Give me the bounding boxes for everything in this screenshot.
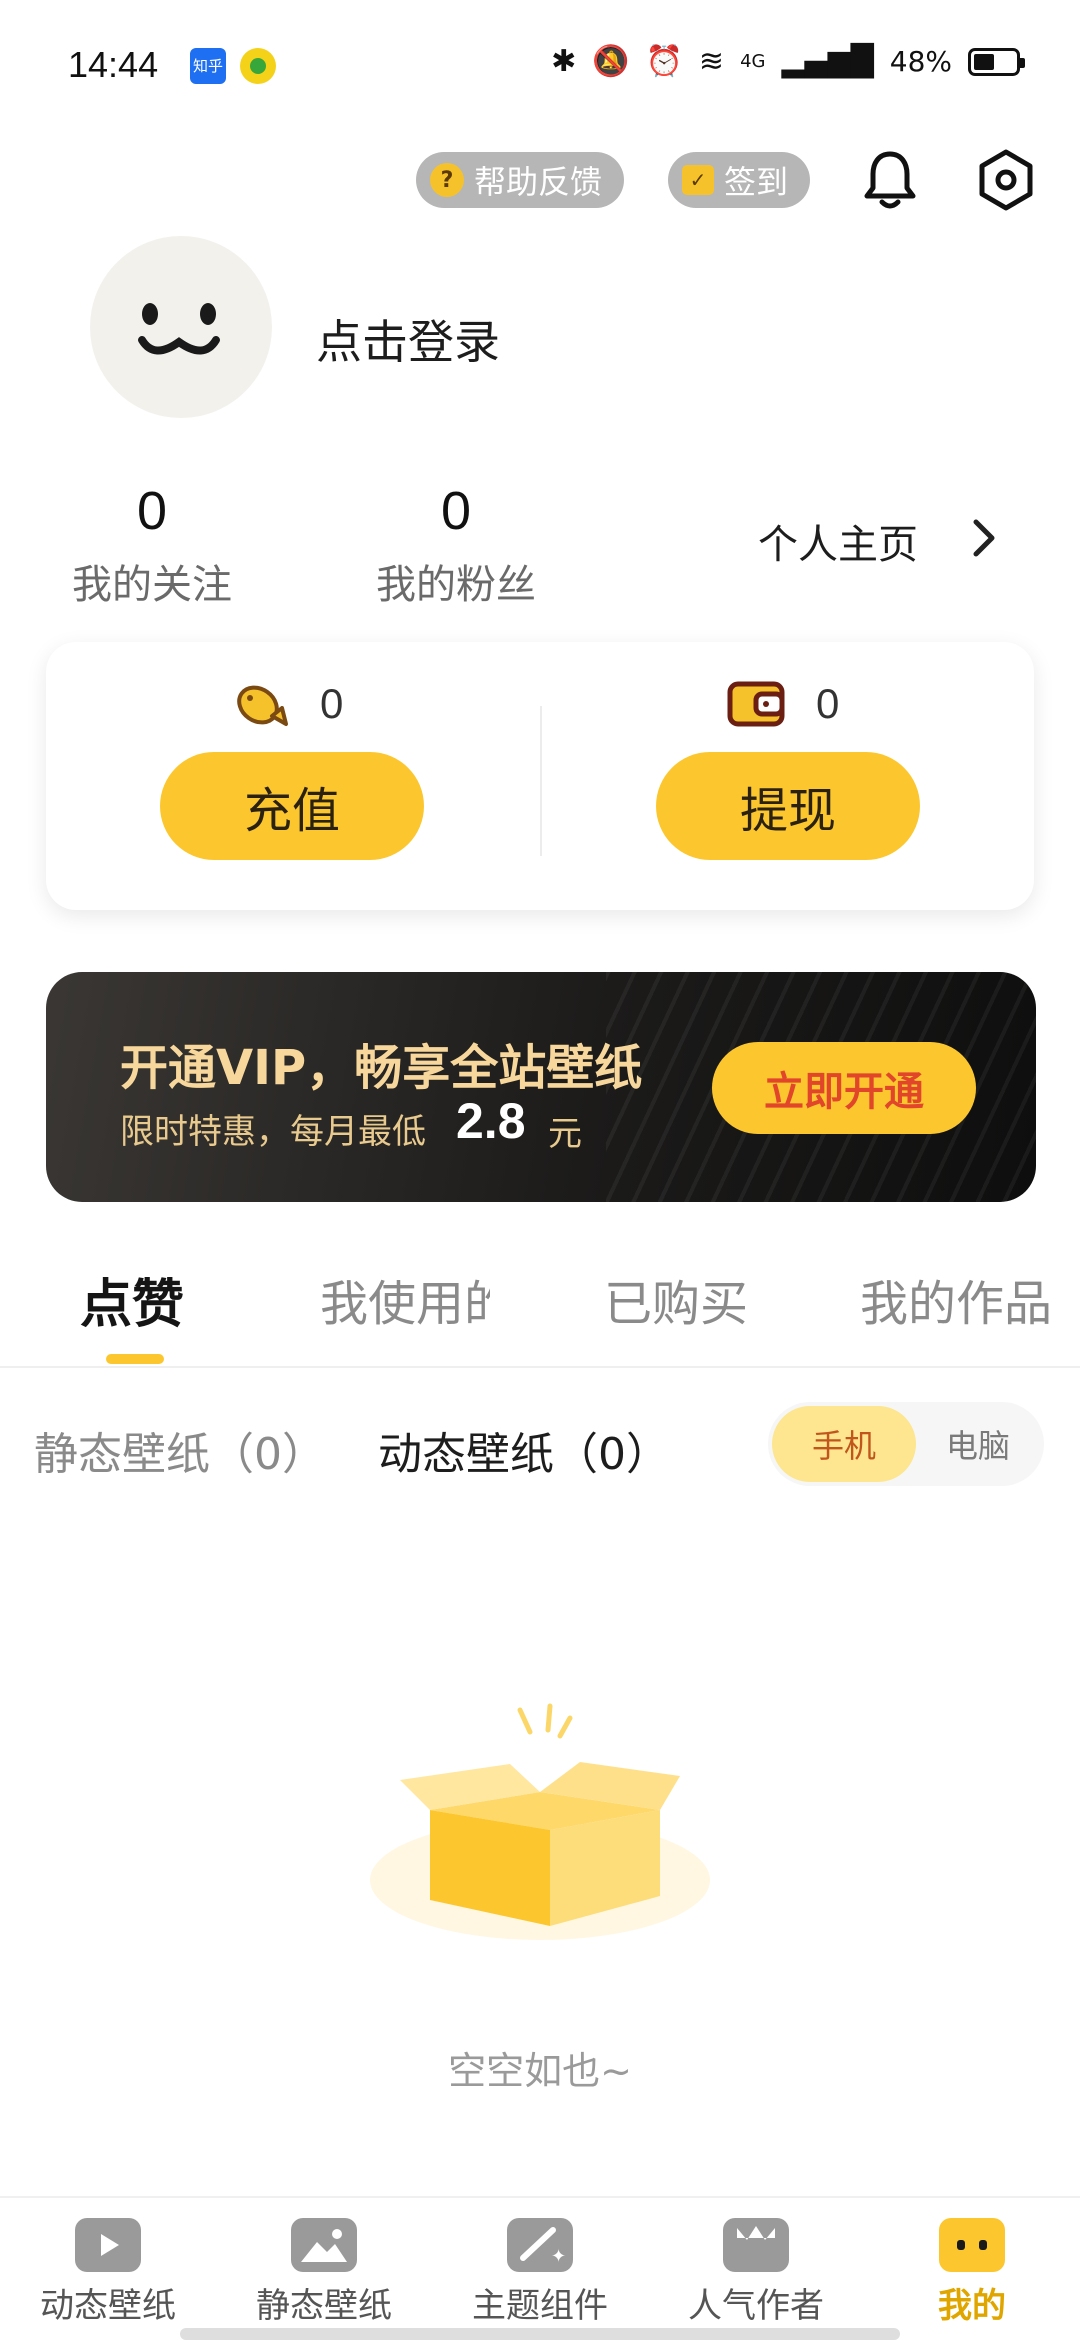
fans-count[interactable]: 0 [336,480,576,542]
music-app-icon [240,48,276,84]
help-feedback-label: 帮助反馈 [474,163,603,201]
status-time: 14:44 [68,44,159,85]
login-link[interactable]: 点击登录 [316,306,500,372]
active-tab-indicator [106,1354,164,1364]
homepage-link[interactable]: 个人主页 [758,512,918,570]
crown-icon [723,2218,789,2272]
wifi-icon: ≋ [698,44,725,79]
bluetooth-icon: ✱ [551,44,577,79]
dynamic-wallpaper-filter[interactable]: 动态壁纸（0） [378,1418,670,1482]
smiley-face-icon [138,303,220,355]
alarm-icon: ⏰ [645,44,683,79]
system-icons: ✱ 🔕 ⏰ ≋ 4G ▂▄▆█ 48% [551,44,1025,79]
static-wallpaper-filter[interactable]: 静态壁纸（0） [34,1418,326,1482]
wallet-balance: 0 [816,680,840,727]
home-indicator[interactable] [180,2328,900,2340]
device-pc-option[interactable]: 电脑 [916,1406,1040,1482]
fans-label[interactable]: 我的粉丝 [336,552,576,610]
nav-dynamic-wallpaper[interactable]: 动态壁纸 [0,2218,216,2327]
chevron-right-icon[interactable] [966,516,1002,560]
fish-coin-icon [237,685,288,726]
bottom-nav: 动态壁纸 静态壁纸 ✦ 主题组件 人气作者 我的 [0,2196,1080,2340]
tv-play-icon [75,2218,141,2272]
help-feedback-button[interactable]: ? 帮助反馈 [416,152,625,208]
nav-label: 主题组件 [472,2286,608,2326]
signin-button[interactable]: ✓ 签到 [668,152,811,208]
network-type: 4G [740,51,766,72]
vip-price: 2.8 [456,1093,526,1149]
question-icon: ? [430,163,464,197]
signal-icon: ▂▄▆█ [781,44,874,79]
tab-divider [0,1366,1080,1368]
battery-percent: 48% [889,45,952,78]
bell-icon[interactable] [862,148,918,212]
settings-hex-icon[interactable] [976,148,1036,212]
image-icon [291,2218,357,2272]
tab-my-works[interactable]: 我的作品 [860,1264,1080,1334]
tab-likes[interactable]: 点赞 [80,1262,184,1337]
wallet-icon [727,681,785,727]
svg-text:✦: ✦ [551,2246,566,2267]
wallet-divider [540,706,542,856]
signin-label: 签到 [724,163,789,201]
avatar[interactable] [90,236,272,418]
nav-label: 人气作者 [688,2286,824,2326]
coin-balance: 0 [320,680,344,727]
nav-label: 静态壁纸 [256,2286,392,2326]
zhihu-app-icon: 知乎 [190,48,226,84]
widget-icon: ✦ [507,2218,573,2272]
following-count[interactable]: 0 [32,480,272,542]
empty-state-text: 空空如也~ [448,2049,632,2093]
nav-theme-widgets[interactable]: ✦ 主题组件 [432,2218,648,2327]
recharge-button[interactable]: 充值 [160,752,424,860]
device-phone-option[interactable]: 手机 [772,1406,916,1482]
tab-used[interactable]: 我使用的 [320,1264,490,1334]
calendar-check-icon: ✓ [682,165,714,195]
vip-price-unit: 元 [548,1114,582,1154]
nav-popular-authors[interactable]: 人气作者 [648,2218,864,2327]
nav-label: 动态壁纸 [40,2286,176,2326]
vip-open-button[interactable]: 立即开通 [712,1042,976,1134]
nav-mine[interactable]: 我的 [864,2218,1080,2327]
tab-purchased[interactable]: 已购买 [604,1264,748,1334]
withdraw-button[interactable]: 提现 [656,752,920,860]
battery-icon [968,47,1025,76]
profile-face-icon [939,2218,1005,2272]
mute-bell-icon: 🔕 [592,44,630,79]
empty-box-icon [370,1703,710,1940]
vip-title: 开通VIP，畅享全站壁纸 [120,1040,643,1096]
following-label[interactable]: 我的关注 [32,552,272,610]
nav-static-wallpaper[interactable]: 静态壁纸 [216,2218,432,2327]
nav-label: 我的 [938,2286,1006,2326]
vip-subtitle: 限时特惠，每月最低 [120,1112,426,1152]
